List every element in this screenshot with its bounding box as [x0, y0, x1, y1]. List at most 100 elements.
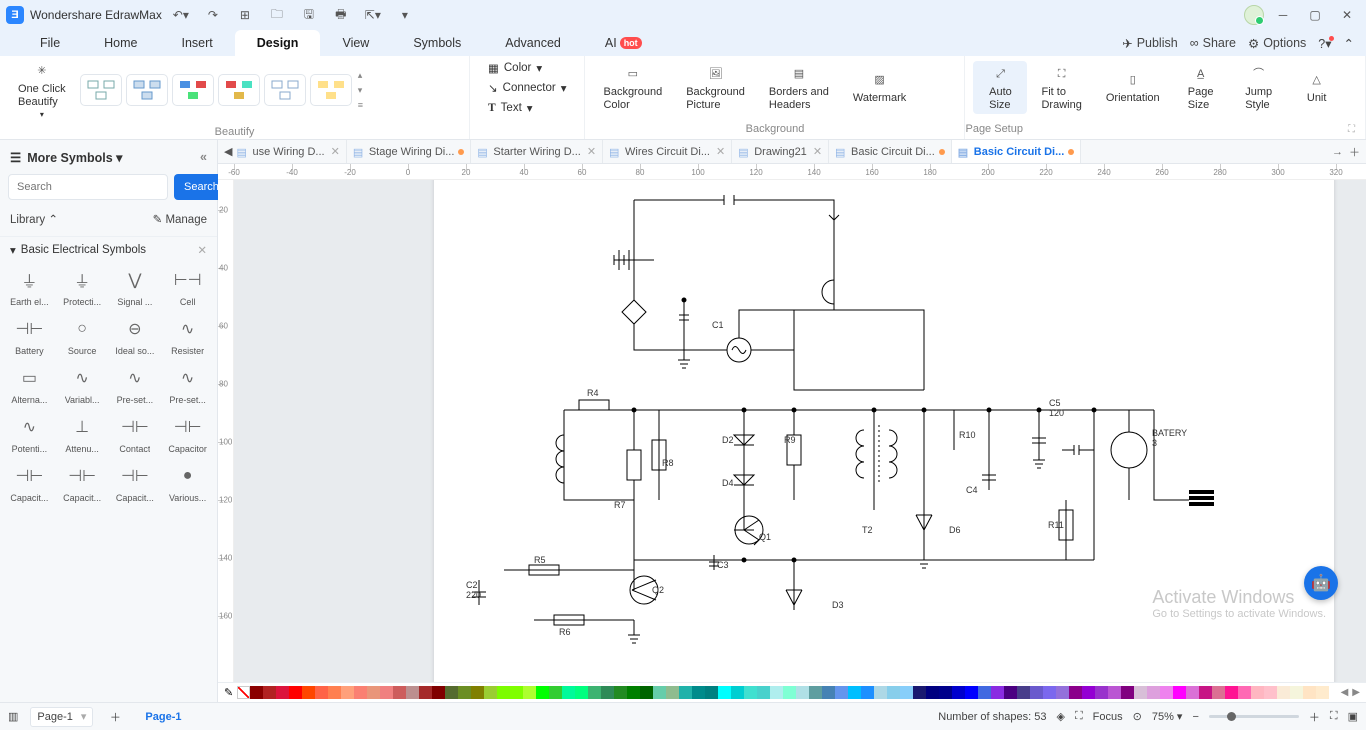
symbol-item[interactable]: ⊣⊢Capacit... — [4, 459, 55, 506]
palette-right-button[interactable]: ▶ — [1352, 687, 1360, 698]
color-swatch[interactable] — [731, 686, 744, 699]
bg-color-button[interactable]: ▭Background Color — [593, 61, 672, 114]
color-swatch[interactable] — [1199, 686, 1212, 699]
color-swatch[interactable] — [822, 686, 835, 699]
save-button[interactable]: 🖫 — [296, 2, 322, 28]
menu-design[interactable]: Design — [235, 30, 321, 56]
color-swatch[interactable] — [718, 686, 731, 699]
color-swatch[interactable] — [939, 686, 952, 699]
pages-icon[interactable]: ▥ — [8, 710, 18, 723]
symbol-item[interactable]: ⊖Ideal so... — [110, 312, 161, 359]
qat-more-button[interactable]: ▾ — [392, 2, 418, 28]
unit-button[interactable]: △Unit — [1290, 67, 1344, 108]
tab-close-button[interactable]: ✕ — [716, 145, 725, 158]
add-page-button[interactable]: ＋ — [105, 707, 125, 727]
eyedropper-icon[interactable]: ✎ — [224, 686, 233, 699]
color-swatch[interactable] — [302, 686, 315, 699]
color-swatch[interactable] — [1147, 686, 1160, 699]
color-swatch[interactable] — [549, 686, 562, 699]
print-button[interactable]: 🖶 — [328, 2, 354, 28]
zoom-out-button[interactable]: − — [1192, 711, 1198, 723]
layers-icon[interactable]: ◈ — [1056, 710, 1064, 723]
fullscreen-icon[interactable]: ▣ — [1348, 710, 1358, 723]
maximize-button[interactable]: ▢ — [1302, 2, 1328, 28]
document-tab[interactable]: ▤Basic Circuit Di... — [952, 140, 1081, 163]
tab-add-button[interactable]: ＋ — [1349, 144, 1360, 160]
assistant-fab[interactable]: 🤖 — [1304, 566, 1338, 600]
color-swatch[interactable] — [926, 686, 939, 699]
menu-advanced[interactable]: Advanced — [483, 30, 583, 56]
color-swatch[interactable] — [588, 686, 601, 699]
color-swatch[interactable] — [471, 686, 484, 699]
jump-style-button[interactable]: ⌒Jump Style — [1232, 61, 1286, 114]
collapse-panel-button[interactable]: « — [200, 150, 207, 164]
symbol-item[interactable]: ⊣⊢Capacitor — [162, 410, 213, 457]
color-swatch[interactable] — [354, 686, 367, 699]
color-swatch[interactable] — [1056, 686, 1069, 699]
document-tab[interactable]: ▤Drawing21✕ — [732, 140, 829, 163]
color-swatch[interactable] — [263, 686, 276, 699]
color-swatch[interactable] — [445, 686, 458, 699]
help-button[interactable]: ?▾ — [1318, 36, 1331, 51]
tab-close-button[interactable]: ✕ — [587, 145, 596, 158]
theme-thumb-1[interactable] — [80, 74, 122, 106]
symbol-item[interactable]: ○Source — [57, 312, 108, 359]
color-swatch[interactable] — [887, 686, 900, 699]
connector-dropdown[interactable]: ↘Connector ▾ — [484, 79, 570, 97]
color-swatch[interactable] — [900, 686, 913, 699]
theme-down-button[interactable]: ▾ — [358, 85, 363, 96]
color-swatch[interactable] — [640, 686, 653, 699]
redo-button[interactable]: ↷ — [200, 2, 226, 28]
text-dropdown[interactable]: TText ▾ — [484, 99, 570, 117]
symbol-item[interactable]: ∿Pre-set... — [110, 361, 161, 408]
menu-file[interactable]: File — [18, 30, 82, 56]
menu-home[interactable]: Home — [82, 30, 159, 56]
color-swatch[interactable] — [1251, 686, 1264, 699]
tab-next-button[interactable]: → — [1332, 146, 1343, 158]
category-header[interactable]: ▾ Basic Electrical Symbols ✕ — [0, 236, 217, 263]
undo-button[interactable]: ↶▾ — [168, 2, 194, 28]
color-swatch[interactable] — [1082, 686, 1095, 699]
color-swatch[interactable] — [783, 686, 796, 699]
document-tab[interactable]: ▤Stage Wiring Di... — [347, 140, 472, 163]
focus-label[interactable]: Focus — [1093, 711, 1123, 723]
close-category-button[interactable]: ✕ — [197, 243, 207, 257]
fit-drawing-button[interactable]: ⛶Fit to Drawing — [1031, 61, 1091, 114]
color-dropdown[interactable]: ▦Color ▾ — [484, 59, 570, 77]
color-swatch[interactable] — [1264, 686, 1277, 699]
theme-up-button[interactable]: ▴ — [358, 70, 363, 81]
color-swatch[interactable] — [367, 686, 380, 699]
symbol-search-input[interactable] — [8, 174, 168, 200]
color-swatch[interactable] — [965, 686, 978, 699]
zoom-slider[interactable] — [1209, 715, 1299, 718]
symbol-item[interactable]: ∿Variabl... — [57, 361, 108, 408]
color-swatch[interactable] — [1173, 686, 1186, 699]
presentation-icon[interactable]: ⊙ — [1133, 710, 1142, 723]
theme-thumb-3[interactable] — [172, 74, 214, 106]
color-swatch[interactable] — [1212, 686, 1225, 699]
color-swatch[interactable] — [692, 686, 705, 699]
color-swatch[interactable] — [1095, 686, 1108, 699]
palette-left-button[interactable]: ◀ — [1341, 687, 1349, 698]
color-swatch[interactable] — [315, 686, 328, 699]
document-tab[interactable]: ▤Basic Circuit Di... — [829, 140, 952, 163]
color-swatch[interactable] — [341, 686, 354, 699]
color-swatch[interactable] — [1290, 686, 1303, 699]
page-selector[interactable]: Page-1▾ — [30, 707, 93, 727]
color-swatch[interactable] — [874, 686, 887, 699]
orientation-button[interactable]: ▯Orientation — [1096, 67, 1170, 108]
color-swatch[interactable] — [835, 686, 848, 699]
menu-symbols[interactable]: Symbols — [391, 30, 483, 56]
symbol-item[interactable]: ⊣⊢Capacit... — [57, 459, 108, 506]
document-tab[interactable]: ◀▤use Wiring D...✕ — [218, 140, 347, 163]
auto-size-button[interactable]: ⤢Auto Size — [973, 61, 1027, 114]
color-swatch[interactable] — [809, 686, 822, 699]
no-color-swatch[interactable] — [237, 686, 250, 699]
color-swatch[interactable] — [1160, 686, 1173, 699]
publish-button[interactable]: ✈Publish — [1122, 36, 1177, 51]
theme-thumb-6[interactable] — [310, 74, 352, 106]
color-swatch[interactable] — [432, 686, 445, 699]
symbol-item[interactable]: ⊣⊢Battery — [4, 312, 55, 359]
color-swatch[interactable] — [861, 686, 874, 699]
color-swatch[interactable] — [289, 686, 302, 699]
